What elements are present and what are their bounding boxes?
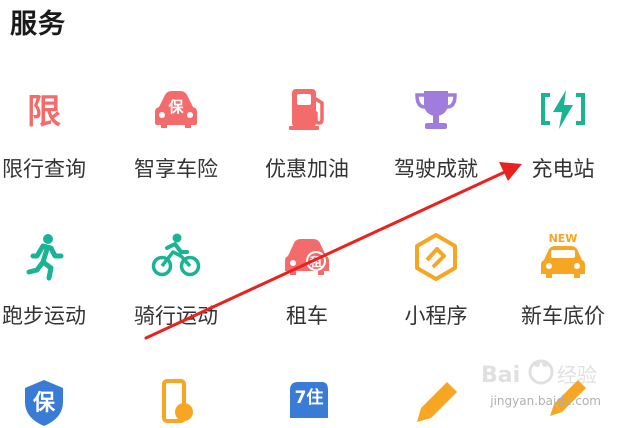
section-title: 服务	[10, 9, 66, 40]
charging-station-icon	[541, 90, 585, 129]
service-label: 跑步运动	[2, 304, 86, 328]
svg-text:Bai: Bai	[481, 363, 520, 388]
service-partial-3[interactable]: 7住	[243, 378, 371, 418]
mini-program-icon	[415, 233, 457, 281]
service-label: 小程序	[404, 304, 468, 328]
service-label: 租车	[286, 304, 328, 328]
service-driving-achievement[interactable]: 驾驶成就	[372, 85, 500, 215]
service-new-car-price[interactable]: NEW 新车底价	[499, 232, 627, 362]
service-car-insurance[interactable]: 保 智享车险	[112, 85, 240, 215]
phone-icon	[162, 379, 193, 423]
car-insurance-icon: 保	[155, 91, 197, 128]
service-car-rental[interactable]: 租 租车	[243, 232, 371, 362]
fuel-pump-icon	[289, 89, 324, 130]
service-mini-program[interactable]: 小程序	[372, 232, 500, 362]
trophy-icon	[415, 91, 457, 129]
svg-text:保: 保	[167, 98, 184, 116]
svg-text:限: 限	[27, 92, 61, 132]
service-fuel-discount[interactable]: 优惠加油	[243, 85, 371, 215]
service-partial-1[interactable]: 保	[0, 378, 108, 426]
restriction-icon: 限	[27, 92, 61, 132]
svg-text:保: 保	[32, 391, 56, 416]
map-badge-icon: 7住	[290, 382, 328, 418]
pencil-icon	[417, 382, 457, 422]
new-car-price-icon: NEW	[541, 232, 585, 278]
svg-text:租: 租	[310, 255, 322, 269]
car-rental-icon: 租	[285, 239, 329, 275]
service-running[interactable]: 跑步运动	[0, 232, 108, 362]
service-label: 骑行运动	[134, 304, 218, 328]
new-badge: NEW	[549, 232, 578, 245]
service-cycling[interactable]: 骑行运动	[112, 232, 240, 362]
service-restriction-query[interactable]: 限 限行查询	[0, 85, 108, 215]
service-label: 智享车险	[134, 157, 218, 181]
service-label: 驾驶成就	[394, 157, 478, 181]
watermark-url: jingyan.baidu.com	[490, 394, 601, 408]
service-label: 新车底价	[521, 304, 605, 328]
service-partial-2[interactable]	[112, 378, 240, 423]
svg-text:7住: 7住	[295, 387, 324, 408]
service-label: 充电站	[531, 157, 595, 181]
svg-text:经验: 经验	[557, 363, 597, 387]
insurance-shield-icon: 保	[25, 380, 63, 426]
cycling-icon	[151, 233, 201, 277]
service-charging-station[interactable]: 充电站	[499, 85, 627, 215]
running-icon	[26, 234, 64, 281]
service-label: 限行查询	[2, 157, 86, 181]
service-label: 优惠加油	[265, 157, 349, 181]
